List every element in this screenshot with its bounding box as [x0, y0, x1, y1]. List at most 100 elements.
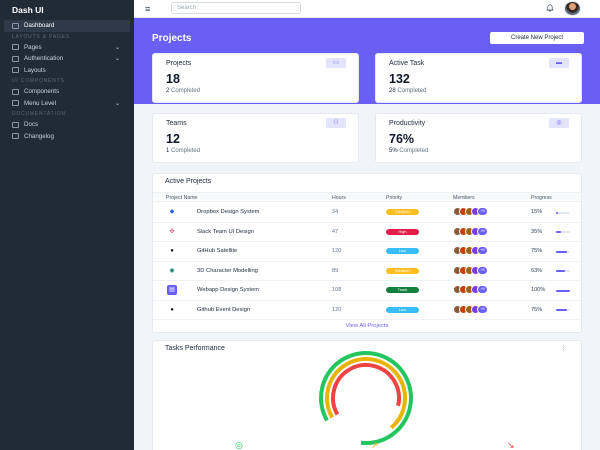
project-name[interactable]: Slack Team UI Design: [197, 229, 254, 235]
sidebar-item-pages[interactable]: Pages ⌄: [0, 42, 134, 54]
view-all-projects-link[interactable]: View All Projects: [153, 323, 581, 329]
progress-bar-fill: [556, 250, 567, 253]
project-name[interactable]: 3D Character Modelling: [197, 268, 258, 274]
progress-bar: [556, 270, 570, 272]
progress-bar: [556, 309, 570, 311]
brand-logo[interactable]: Dash UI: [0, 0, 134, 20]
progress-percent: 75%: [531, 306, 543, 313]
member-count-badge: +5: [477, 285, 488, 294]
table-row[interactable]: ◉ 3D Character Modelling 89 Medium +5 63%: [153, 262, 581, 281]
stat-card: Active Task ▬ 132 28 Completed: [375, 53, 582, 103]
ring-series-2: [324, 357, 407, 439]
member-avatars: +5: [453, 246, 488, 256]
sidebar-item-label: Components: [24, 88, 60, 96]
stat-subtext: 5% Completed: [389, 148, 428, 154]
dropbox-icon: ◆: [167, 207, 177, 217]
sidebar-item-menu-level[interactable]: Menu Level ⌄: [0, 98, 134, 110]
sidebar-heading: LAYOUTS & PAGES: [12, 33, 70, 40]
list-icon: ▬: [549, 58, 569, 68]
avatar[interactable]: [564, 1, 581, 16]
member-avatars: +5: [453, 304, 488, 315]
stat-title: Active Task: [389, 60, 425, 67]
priority-badge: Medium: [386, 267, 419, 274]
table-row[interactable]: ▤ Webapp Design System 108 Track +5 100%: [153, 281, 581, 301]
stat-title: Productivity: [389, 120, 426, 127]
progress-bar-fill: [556, 270, 565, 272]
create-project-button[interactable]: Create New Project: [490, 32, 584, 44]
stat-sub-count: 5%: [389, 148, 398, 154]
card-title: Active Projects: [165, 178, 212, 185]
trending-down-icon: ↘: [507, 441, 515, 450]
column-header: Project Name: [166, 195, 198, 201]
priority-badge: Medium: [386, 209, 419, 215]
priority-badge: Track: [386, 287, 419, 293]
stat-title: Projects: [166, 60, 192, 67]
column-header: Members: [453, 195, 475, 201]
sidebar-item-label: Authentication: [24, 55, 64, 63]
topbar: ≡: [134, 0, 600, 18]
member-avatars: +5: [453, 226, 488, 237]
slack-icon: ✣: [167, 226, 177, 237]
trending-up-icon: ↗: [371, 441, 379, 450]
stat-subtext: 2 Completed: [166, 88, 200, 94]
progress-bar: [556, 231, 570, 233]
sidebar-item-components[interactable]: Components: [0, 86, 134, 98]
stat-sub-label: Completed: [397, 88, 427, 94]
layers-icon: [12, 88, 19, 95]
priority-badge: Low: [386, 248, 419, 254]
chevron-down-icon: ⌄: [114, 44, 120, 51]
stat-subtext: 1 Completed: [166, 148, 200, 154]
menu-level-icon: [12, 100, 19, 107]
member-count-badge: +5: [477, 246, 488, 255]
sidebar-item-label: Pages: [24, 43, 42, 51]
stat-card: Teams ⚇ 12 1 Completed: [152, 113, 359, 163]
sidebar-item-changelog[interactable]: Changelog: [0, 131, 134, 143]
progress-percent: 75%: [531, 248, 543, 254]
docs-icon: [12, 121, 19, 128]
progress-percent: 35%: [531, 228, 543, 235]
project-hours: 120: [332, 248, 342, 254]
sidebar-heading: UI COMPONENTS: [12, 78, 65, 84]
stat-sub-count: 28: [389, 88, 396, 94]
table-row[interactable]: ◆ Dropbox Design System 34 Medium +5 15%: [153, 203, 581, 223]
project-hours: 89: [332, 267, 339, 274]
sidebar-item-authentication[interactable]: Authentication ⌄: [0, 53, 134, 65]
active-projects-card: Active Projects Project Name Hours Prior…: [152, 173, 582, 333]
project-name[interactable]: GitHub Satellite: [197, 248, 237, 254]
progress-bar: [556, 211, 570, 214]
stat-value: 18: [166, 72, 180, 86]
stat-title: Teams: [166, 120, 187, 127]
tasks-radial-chart: ◎ ↗ ↘: [235, 351, 515, 450]
bell-icon[interactable]: [545, 4, 554, 13]
column-header: Priority: [386, 195, 403, 201]
table-row[interactable]: ✣ Slack Team UI Design 47 High +5 35%: [153, 223, 581, 242]
briefcase-icon: ▭: [326, 58, 346, 68]
sidebar-item-label: Dashboard: [24, 22, 55, 30]
menu-toggle-icon[interactable]: ≡: [145, 5, 154, 14]
lock-icon: [12, 55, 19, 62]
progress-percent: 63%: [531, 267, 543, 274]
member-count-badge: +5: [477, 226, 488, 236]
sidebar-item-docs[interactable]: Docs: [0, 119, 134, 131]
sidebar-item-layouts[interactable]: Layouts: [0, 65, 134, 77]
progress-bar-fill: [556, 289, 570, 292]
sidebar-item-dashboard[interactable]: Dashboard: [4, 20, 130, 32]
target-icon: ◎: [549, 118, 569, 128]
check-circle-icon: ◎: [235, 441, 243, 450]
stat-value: 76%: [389, 132, 415, 146]
sidebar-item-label: Changelog: [24, 132, 54, 140]
project-name[interactable]: Webapp Design System: [197, 287, 259, 293]
project-hours: 47: [332, 228, 339, 235]
stat-sub-count: 2: [166, 88, 170, 94]
table-row[interactable]: ● GitHub Satellite 120 Low +5 75%: [153, 242, 581, 262]
project-name[interactable]: Github Event Design: [197, 307, 250, 313]
tasks-performance-card: Tasks Performance ⋮ ◎ ↗ ↘: [152, 340, 582, 450]
progress-bar: [556, 289, 570, 292]
search-input[interactable]: [171, 2, 301, 14]
chevron-down-icon: ⌄: [114, 56, 120, 63]
member-avatars: +5: [453, 207, 488, 217]
table-row[interactable]: ● Github Event Design 120 Low +5 75%: [153, 301, 581, 320]
member-avatars: +5: [453, 265, 488, 276]
member-avatars: +5: [453, 285, 488, 295]
project-name[interactable]: Dropbox Design System: [197, 209, 260, 215]
